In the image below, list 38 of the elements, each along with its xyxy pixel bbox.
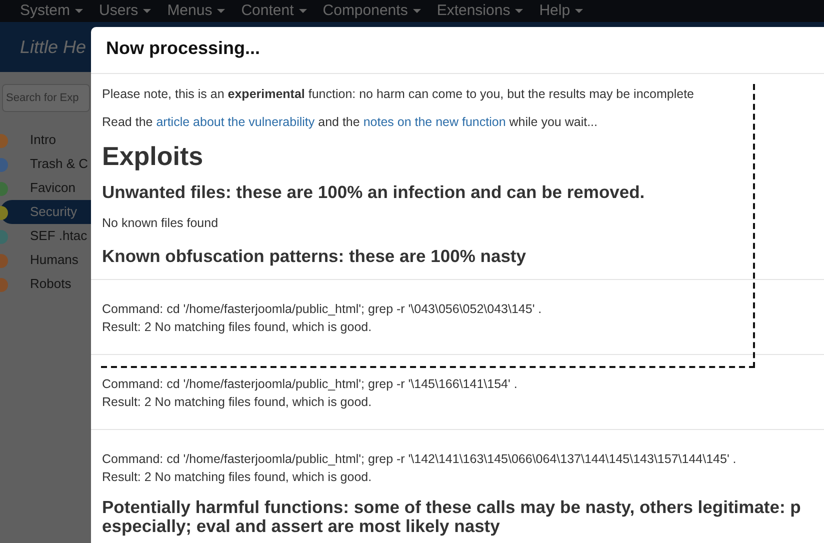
article-link[interactable]: article about the vulnerability [156, 114, 315, 129]
status-message: No known files found [102, 215, 220, 232]
menu-item[interactable]: Components [322, 0, 408, 22]
command-text: Command: cd '/home/fasterjoomla/public_html'; grep -r '\145\166\141\154' . [102, 376, 518, 393]
notice-text: Please note, this is an experimental function: no harm can come to you, but the results may be incomplete [102, 86, 695, 103]
menu-item[interactable]: Users [99, 0, 138, 22]
caret-icon [75, 9, 84, 13]
notes-link[interactable]: notes on the new function [363, 114, 506, 129]
menu-item[interactable]: Help [539, 0, 570, 22]
result-text: Result: 2 No matching files found, which is good. [102, 468, 373, 486]
sidebar-label: Humans [30, 252, 78, 267]
modal-title: Now processing... [106, 38, 262, 60]
sidebar-label: Robots [30, 276, 72, 291]
command-text: Command: cd '/home/fasterjoomla/public_html'; grep -r '\142\141\163\145\066\064\137\144\145\143\157\144\145' . [102, 450, 738, 468]
caret-icon [143, 9, 152, 13]
menu-item[interactable]: Content [241, 0, 294, 22]
subsection-heading: Potentially harmful functions: some of these calls may be nasty, others legitimate: p especially; eval and assert are most likely nasty [102, 498, 802, 537]
section-heading: Exploits [102, 140, 204, 172]
caret-icon [412, 9, 421, 13]
subsection-heading: Unwanted files: these are 100% an infection and can be removed. [102, 182, 646, 202]
sidebar-label: Favicon [30, 180, 76, 195]
caret-icon [217, 9, 226, 13]
result-text: Result: 2 No matching files found, which is good. [102, 394, 373, 411]
info-sentence: Read the article about the vulnerability and the notes on the new function while you wait... [102, 114, 598, 131]
caret-icon [515, 9, 524, 13]
result-text: Result: 2 No matching files found, which is good. [102, 318, 373, 336]
menu-item[interactable]: System [20, 0, 70, 22]
command-text: Command: cd '/home/fasterjoomla/public_html'; grep -r '\043\056\052\043\145' . [102, 300, 543, 318]
sidebar-label: Security [30, 204, 77, 219]
caret-icon [575, 9, 584, 13]
menu-item[interactable]: Menus [167, 0, 212, 22]
sidebar-label: SEF .htac [30, 228, 88, 243]
subsection-heading: Known obfuscation patterns: these are 100% nasty [102, 247, 527, 267]
header-title: Little He [20, 37, 86, 57]
sidebar-label: Trash & C [30, 156, 88, 171]
caret-icon [298, 9, 307, 13]
sidebar-label: Intro [30, 132, 56, 147]
menu-item[interactable]: Extensions [436, 0, 510, 22]
